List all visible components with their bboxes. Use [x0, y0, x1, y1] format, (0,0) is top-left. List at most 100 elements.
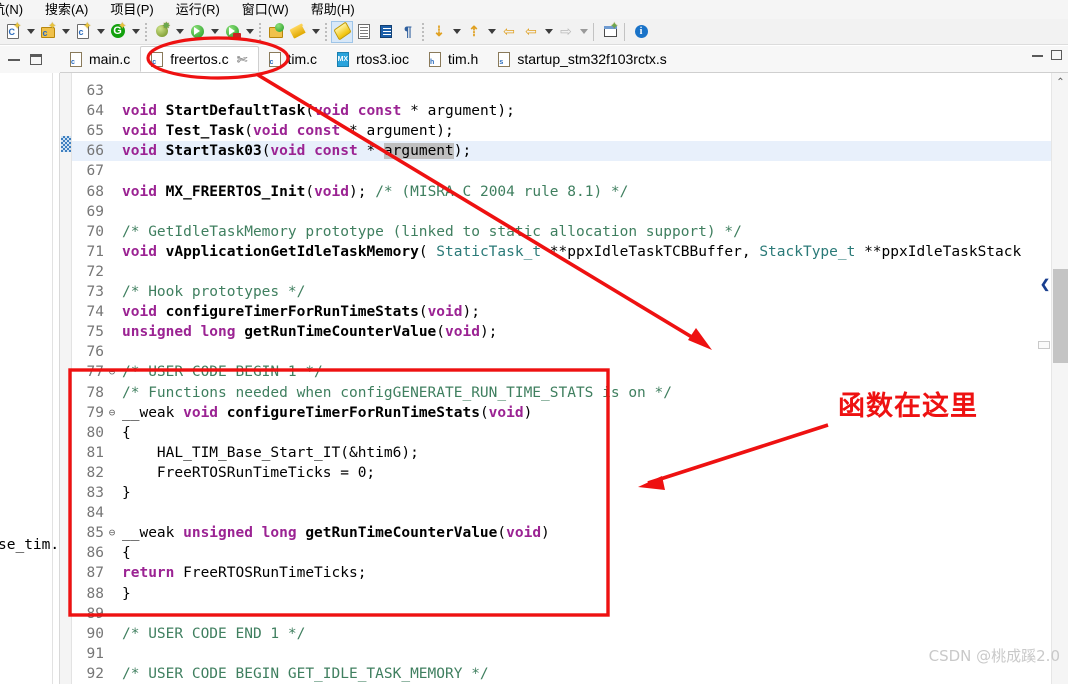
code-line[interactable]: 63 — [72, 81, 1068, 101]
new-c-project-icon[interactable]: C ✦ — [2, 21, 24, 43]
menu-item-project[interactable]: 项目(P) — [99, 0, 164, 19]
new-wizard-dropdown-icon[interactable] — [129, 21, 142, 43]
debug-dropdown-icon[interactable] — [173, 21, 186, 43]
debug-icon[interactable]: ✸ — [151, 21, 173, 43]
previous-annotation-dropdown-icon[interactable] — [485, 21, 498, 43]
code-line[interactable]: 91 — [72, 644, 1068, 664]
new-c-project-dropdown-icon[interactable] — [24, 21, 37, 43]
tab-tim-h[interactable]: h tim.h — [419, 46, 488, 72]
line-number: 70 — [86, 223, 104, 240]
editor-window-controls — [1032, 50, 1062, 60]
code-editor[interactable]: 63 64 void StartDefaultTask(void const * a… — [60, 73, 1068, 684]
maximize-icon[interactable] — [30, 54, 42, 65]
run-icon[interactable] — [186, 21, 208, 43]
code-line[interactable]: 92 /* USER CODE BEGIN GET_IDLE_TASK_MEMOR… — [72, 664, 1068, 684]
external-tools-dropdown-icon[interactable] — [243, 21, 256, 43]
info-icon[interactable]: i — [630, 21, 652, 43]
editor-maximize-icon[interactable] — [1051, 50, 1062, 60]
new-c-folder-dropdown-icon[interactable] — [59, 21, 72, 43]
code-line[interactable]: 74 void configureTimerForRunTimeStats(voi… — [72, 302, 1068, 322]
code-line[interactable]: 77 ⊖/* USER CODE BEGIN 1 */ — [72, 362, 1068, 382]
line-number: 78 — [86, 384, 104, 401]
code-line[interactable]: 83} — [72, 483, 1068, 503]
new-c-file-icon[interactable]: c ✦ — [72, 21, 94, 43]
menu-item-help[interactable]: 帮助(H) — [300, 0, 366, 19]
code-line[interactable]: 88} — [72, 584, 1068, 604]
menu-item-navigate[interactable]: 航(N) — [0, 0, 34, 19]
scrollbar-thumb[interactable] — [1053, 269, 1068, 363]
toggle-block-selection-icon[interactable] — [375, 21, 397, 43]
line-number: 88 — [86, 585, 104, 602]
menu-item-run[interactable]: 运行(R) — [165, 0, 231, 19]
toolbar-separator — [624, 22, 627, 41]
new-window-icon[interactable]: ✦ — [599, 21, 621, 43]
previous-annotation-icon[interactable]: ⇡ — [463, 21, 485, 43]
tab-freertos-c[interactable]: c freertos.c ✄ — [140, 46, 259, 72]
tab-main-c[interactable]: c main.c — [60, 46, 140, 72]
breakpoint-marker-icon[interactable] — [61, 136, 71, 152]
next-annotation-icon[interactable]: ⇣ — [428, 21, 450, 43]
code-line[interactable]: 76 — [72, 342, 1068, 362]
code-line[interactable]: 85 ⊖ __weak unsigned long getRunTimeCounte… — [72, 523, 1068, 543]
toolbar-separator — [593, 22, 596, 41]
code-line[interactable]: 84 — [72, 503, 1068, 523]
last-edit-location-icon[interactable]: ⇦ — [498, 21, 520, 43]
code-text: void StartTask03(void const * argument); — [118, 141, 1068, 162]
tab-startup-s[interactable]: s startup_stm32f103rctx.s — [488, 46, 676, 72]
tab-label: freertos.c — [170, 51, 229, 67]
fold-toggle-icon[interactable]: ⊖ — [106, 523, 118, 543]
new-c-file-dropdown-icon[interactable] — [94, 21, 107, 43]
code-line[interactable]: 87 return FreeRTOSRunTimeTicks; — [72, 563, 1068, 583]
open-resource-icon[interactable] — [265, 21, 287, 43]
highlight-marker-icon[interactable] — [331, 20, 353, 43]
fold-toggle-icon[interactable]: ⊖ — [106, 362, 118, 382]
code-line[interactable]: 80 { — [72, 423, 1068, 443]
code-line[interactable]: 82 FreeRTOSRunTimeTicks = 0; — [72, 463, 1068, 483]
code-line[interactable]: 72 — [72, 262, 1068, 282]
code-line[interactable]: 69 — [72, 202, 1068, 222]
back-history-icon[interactable]: ⇦ — [520, 21, 542, 43]
back-history-dropdown-icon[interactable] — [542, 21, 555, 43]
code-line[interactable]: 64 void StartDefaultTask(void const * arg… — [72, 101, 1068, 121]
forward-history-icon[interactable]: ⇨ — [555, 21, 577, 43]
left-edge-panel: se_tim.c — [0, 73, 68, 684]
show-whitespace-icon[interactable]: ¶ — [397, 21, 419, 43]
code-line[interactable]: 70 /* GetIdleTaskMemory prototype (linked… — [72, 222, 1068, 242]
menu-item-search[interactable]: 搜索(A) — [34, 0, 99, 19]
c-file-icon: c — [151, 51, 164, 67]
forward-history-dropdown-icon[interactable] — [577, 21, 590, 43]
code-line[interactable]: 65 void Test_Task(void const * argument); — [72, 121, 1068, 141]
scroll-up-icon[interactable]: ⌃ — [1052, 75, 1068, 90]
line-number: 71 — [86, 243, 104, 260]
line-number: 76 — [86, 344, 104, 361]
code-line[interactable]: 68 void MX_FREERTOS_Init(void); /* (MISRA… — [72, 182, 1068, 202]
code-line[interactable]: 81 HAL_TIM_Base_Start_IT(&htim6); — [72, 443, 1068, 463]
code-line[interactable]: 86 { — [72, 543, 1068, 563]
new-c-folder-icon[interactable]: c ✦ — [37, 21, 59, 43]
editor-vertical-scrollbar[interactable]: ⌃ — [1051, 73, 1068, 684]
tab-tim-c[interactable]: c tim.c — [259, 46, 328, 72]
external-tools-icon[interactable] — [221, 21, 243, 43]
code-line[interactable]: 66 void StartTask03(void const * argument… — [72, 141, 1068, 162]
code-line[interactable]: 67 — [72, 161, 1068, 181]
code-line[interactable]: 89 — [72, 604, 1068, 624]
code-line[interactable]: 71 void vApplicationGetIdleTaskMemory( St… — [72, 242, 1068, 262]
menu-item-window[interactable]: 窗口(W) — [231, 0, 300, 19]
tab-rtos3-ioc[interactable]: MX rtos3.ioc — [327, 46, 419, 72]
open-declaration-icon[interactable] — [353, 21, 375, 43]
line-number: 77 — [86, 364, 104, 381]
close-icon[interactable]: ✄ — [237, 53, 248, 66]
build-icon[interactable] — [287, 21, 309, 43]
editor-minimize-icon[interactable] — [1032, 54, 1043, 57]
code-line[interactable]: 90 /* USER CODE END 1 */ — [72, 624, 1068, 644]
toolbar-separator — [145, 22, 148, 41]
minimize-icon[interactable] — [8, 58, 20, 61]
code-line[interactable]: 75 unsigned long getRunTimeCounterValue(v… — [72, 322, 1068, 342]
next-annotation-dropdown-icon[interactable] — [450, 21, 463, 43]
fold-toggle-icon[interactable]: ⊖ — [106, 403, 118, 423]
new-wizard-icon[interactable]: G ✦ — [107, 21, 129, 43]
code-content[interactable]: 63 64 void StartDefaultTask(void const * a… — [72, 73, 1068, 684]
code-text: HAL_TIM_Base_Start_IT(&htim6); — [122, 444, 419, 461]
code-line[interactable]: 73 /* Hook prototypes */ — [72, 282, 1068, 302]
run-dropdown-icon[interactable] — [208, 21, 221, 43]
